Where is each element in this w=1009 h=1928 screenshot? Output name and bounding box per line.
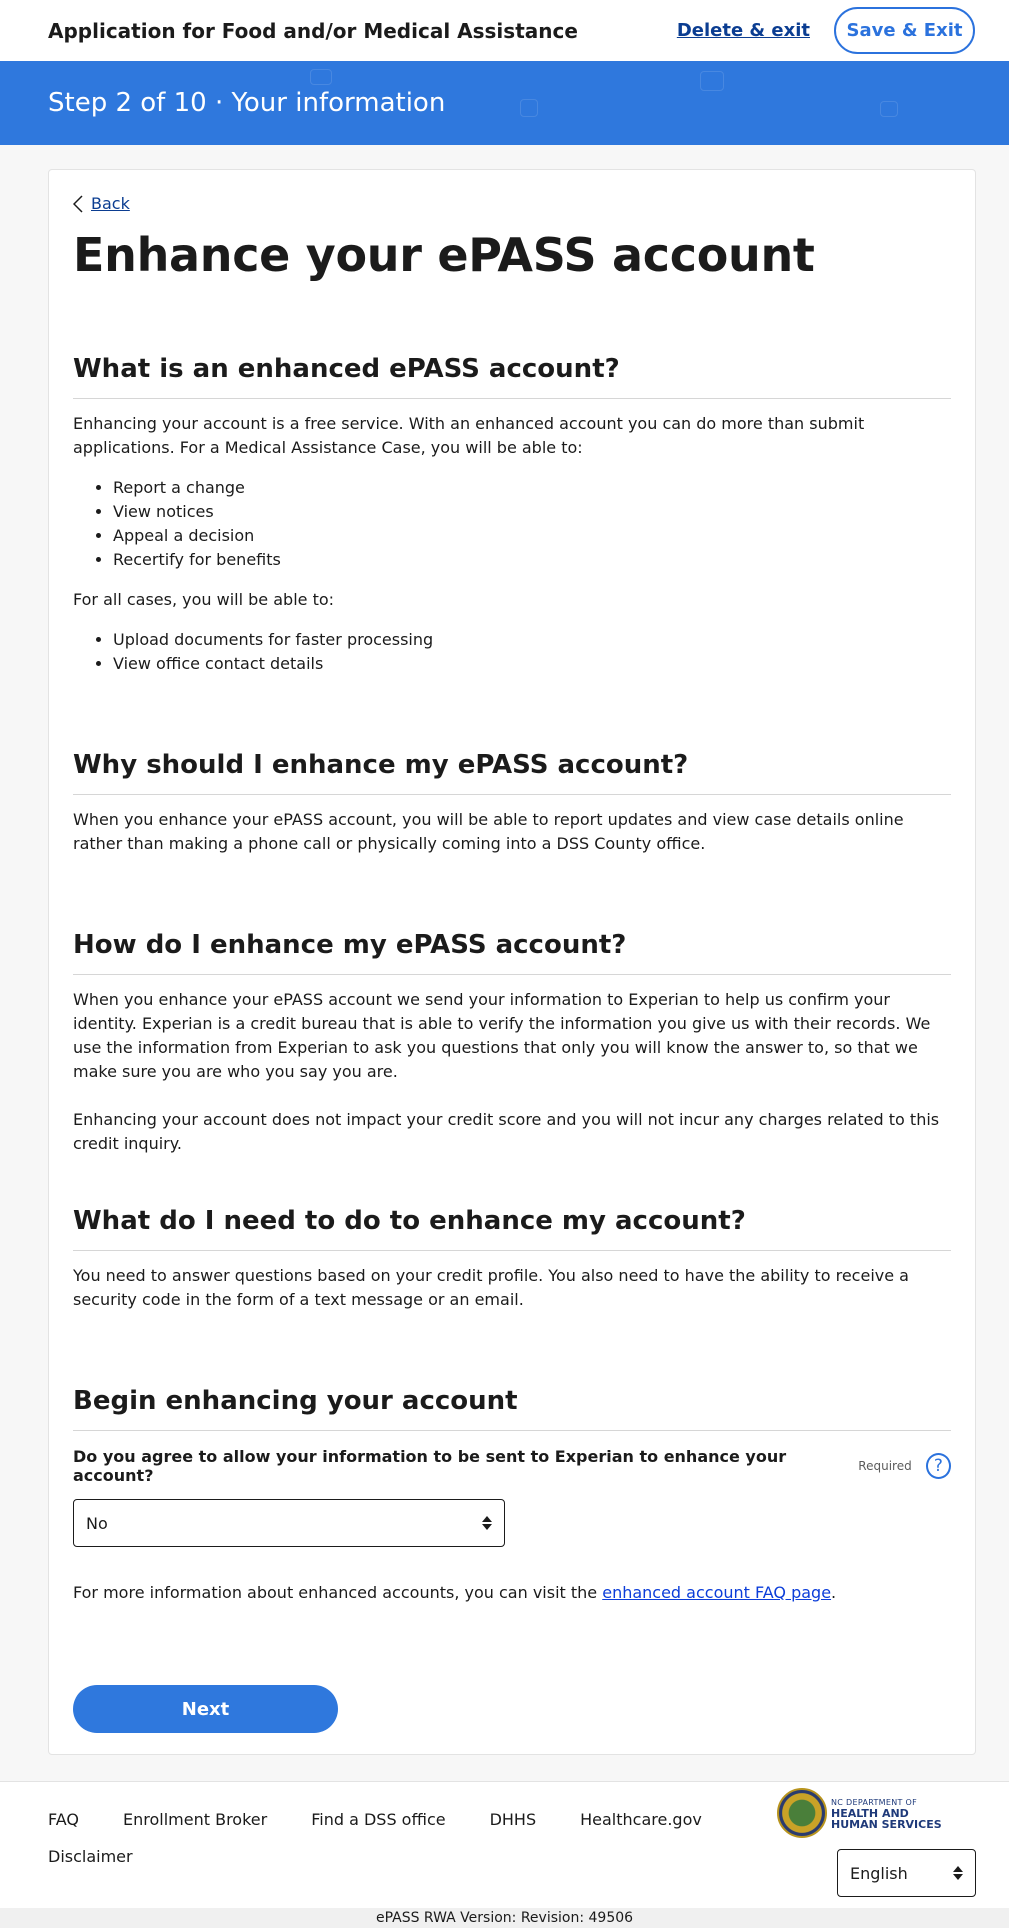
list-item: Appeal a decision	[113, 524, 951, 548]
delete-exit-link[interactable]: Delete & exit	[677, 20, 810, 41]
faq-suffix: .	[831, 1583, 837, 1602]
select-arrows-icon	[953, 1866, 963, 1880]
decorative-shape	[880, 101, 898, 117]
dhhs-logo[interactable]: NC DEPARTMENT OF HEALTH AND HUMAN SERVIC…	[777, 1788, 942, 1838]
next-button[interactable]: Next	[73, 1685, 338, 1733]
main-card: Back Enhance your ePASS account What is …	[48, 169, 976, 1755]
medical-benefits-list: Report a change View notices Appeal a de…	[73, 476, 951, 572]
footer-link-find-dss[interactable]: Find a DSS office	[311, 1810, 445, 1829]
footer: FAQ Enrollment Broker Find a DSS office …	[0, 1781, 1009, 1928]
language-value: English	[850, 1863, 908, 1883]
section-body: When you enhance your ePASS account, you…	[73, 810, 904, 853]
section-heading: How do I enhance my ePASS account?	[73, 930, 951, 975]
section-what-is: What is an enhanced ePASS account? Enhan…	[73, 354, 951, 676]
save-exit-button[interactable]: Save & Exit	[834, 7, 975, 54]
section-heading: Begin enhancing your account	[73, 1386, 951, 1431]
step-banner: Step 2 of 10 · Your information	[0, 61, 1009, 145]
faq-prefix: For more information about enhanced acco…	[73, 1583, 603, 1602]
dhhs-logo-text: NC DEPARTMENT OF HEALTH AND HUMAN SERVIC…	[831, 1797, 942, 1830]
section-begin: Begin enhancing your account Do you agre…	[73, 1386, 951, 1547]
faq-line: For more information about enhanced acco…	[73, 1583, 836, 1602]
consent-select[interactable]: No	[73, 1499, 505, 1547]
footer-link-dhhs[interactable]: DHHS	[490, 1810, 537, 1829]
list-item: Upload documents for faster processing	[113, 628, 951, 652]
section-what-to-do: What do I need to do to enhance my accou…	[73, 1206, 951, 1312]
section-intro: Enhancing your account is a free service…	[73, 414, 865, 457]
list-item: Recertify for benefits	[113, 548, 951, 572]
language-select[interactable]: English	[837, 1849, 976, 1897]
version-text: ePASS RWA Version: Revision: 49506	[0, 1908, 1009, 1928]
footer-links: FAQ Enrollment Broker Find a DSS office …	[48, 1810, 768, 1866]
footer-link-disclaimer[interactable]: Disclaimer	[48, 1847, 768, 1866]
step-indicator: Step 2 of 10 · Your information	[48, 88, 446, 118]
list-item: View notices	[113, 500, 951, 524]
consent-question-row: Do you agree to allow your information t…	[73, 1447, 951, 1485]
list-item: Report a change	[113, 476, 951, 500]
section-body: You need to answer questions based on yo…	[73, 1266, 909, 1309]
footer-link-healthcare[interactable]: Healthcare.gov	[580, 1810, 702, 1829]
section-body: When you enhance your ePASS account we s…	[73, 990, 931, 1081]
section-heading: What is an enhanced ePASS account?	[73, 354, 951, 399]
section-body: Enhancing your account does not impact y…	[73, 1110, 940, 1153]
footer-link-enrollment-broker[interactable]: Enrollment Broker	[123, 1810, 267, 1829]
decorative-shape	[700, 71, 724, 91]
section-why: Why should I enhance my ePASS account? W…	[73, 750, 951, 856]
chevron-left-icon	[73, 194, 83, 213]
top-header: Application for Food and/or Medical Assi…	[0, 0, 1009, 61]
all-cases-text: For all cases, you will be able to:	[73, 590, 335, 609]
back-link[interactable]: Back	[73, 194, 130, 213]
page-title: Enhance your ePASS account	[73, 228, 815, 282]
required-label: Required	[858, 1459, 912, 1473]
footer-link-faq[interactable]: FAQ	[48, 1810, 79, 1829]
back-label: Back	[91, 194, 130, 213]
logo-small-text: NC DEPARTMENT OF	[831, 1797, 918, 1807]
logo-line2: HUMAN SERVICES	[831, 1817, 942, 1831]
section-heading: What do I need to do to enhance my accou…	[73, 1206, 951, 1251]
dhhs-seal-logo	[777, 1788, 827, 1838]
app-title: Application for Food and/or Medical Assi…	[48, 18, 578, 43]
logo-line1: HEALTH AND	[831, 1806, 909, 1820]
help-icon[interactable]: ?	[925, 1453, 951, 1479]
section-how: How do I enhance my ePASS account? When …	[73, 930, 951, 1156]
decorative-shape	[520, 99, 538, 117]
consent-select-value: No	[86, 1513, 108, 1533]
decorative-shape	[310, 69, 332, 85]
all-cases-list: Upload documents for faster processing V…	[73, 628, 951, 676]
select-arrows-icon	[482, 1516, 492, 1530]
list-item: View office contact details	[113, 652, 951, 676]
section-heading: Why should I enhance my ePASS account?	[73, 750, 951, 795]
faq-link[interactable]: enhanced account FAQ page	[602, 1583, 831, 1602]
consent-question: Do you agree to allow your information t…	[73, 1447, 787, 1485]
